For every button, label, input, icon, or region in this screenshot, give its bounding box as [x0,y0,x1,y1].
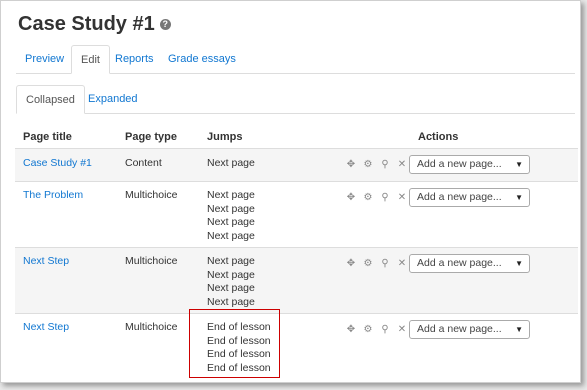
table-row: Case Study #1 Content Next page ✥ ⚙ ⚲ ✕ … [15,148,578,182]
title-row: Case Study #1 ? [18,13,171,36]
delete-icon[interactable]: ✕ [396,324,408,336]
secondary-tabs: Collapsed Expanded [16,85,575,114]
delete-icon[interactable]: ✕ [396,258,408,270]
row-action-icons: ✥ ⚙ ⚲ ✕ [345,192,413,204]
tab-preview[interactable]: Preview [16,45,73,73]
add-new-page-select[interactable]: Add a new page... ▼ [409,254,530,273]
tab-collapsed[interactable]: Collapsed [16,85,85,114]
jumps-list: Next page Next page Next page Next page [207,189,255,243]
jump-item: Next page [207,157,255,169]
end-of-lesson-highlight [189,309,280,378]
chevron-down-icon: ▼ [515,259,523,268]
tab-edit[interactable]: Edit [71,45,110,74]
page-title-link[interactable]: Next Step [23,255,69,269]
search-icon[interactable]: ⚲ [379,324,391,336]
settings-icon[interactable]: ⚙ [362,258,374,270]
jump-item: Next page [207,295,255,308]
jumps-list: Next page Next page Next page Next page [207,255,255,309]
table-row: Next Step Multichoice Next page Next pag… [15,247,578,314]
settings-icon[interactable]: ⚙ [362,159,374,171]
column-header-actions: Actions [418,131,459,143]
add-new-page-label: Add a new page... [417,191,502,203]
move-icon[interactable]: ✥ [345,258,357,270]
chevron-down-icon: ▼ [515,325,523,334]
search-icon[interactable]: ⚲ [379,159,391,171]
table-row: The Problem Multichoice Next page Next p… [15,181,578,248]
page-title-link[interactable]: Case Study #1 [23,157,92,171]
jumps-list: Next page [207,157,255,171]
column-header-page-type: Page type [125,131,177,143]
tab-expanded[interactable]: Expanded [79,85,147,113]
add-new-page-label: Add a new page... [417,257,502,269]
add-new-page-select[interactable]: Add a new page... ▼ [409,188,530,207]
settings-icon[interactable]: ⚙ [362,324,374,336]
page-type: Multichoice [125,321,178,333]
jump-item: Next page [207,229,255,242]
search-icon[interactable]: ⚲ [379,258,391,270]
page-title-link[interactable]: Next Step [23,321,69,335]
add-new-page-label: Add a new page... [417,323,502,335]
settings-icon[interactable]: ⚙ [362,192,374,204]
jump-item: Next page [207,282,255,294]
table-row: Next Step Multichoice End of lesson End … [15,313,578,382]
add-new-page-label: Add a new page... [417,158,502,170]
delete-icon[interactable]: ✕ [396,159,408,171]
row-action-icons: ✥ ⚙ ⚲ ✕ [345,324,413,336]
tab-reports[interactable]: Reports [106,45,163,73]
page-type: Multichoice [125,255,178,267]
page-type: Content [125,157,162,169]
add-new-page-select[interactable]: Add a new page... ▼ [409,155,530,174]
move-icon[interactable]: ✥ [345,192,357,204]
page-title-link[interactable]: The Problem [23,189,83,203]
primary-tabs: Preview Edit Reports Grade essays [16,45,575,74]
row-action-icons: ✥ ⚙ ⚲ ✕ [345,258,413,270]
jump-item: Next page [207,216,255,228]
move-icon[interactable]: ✥ [345,159,357,171]
row-action-icons: ✥ ⚙ ⚲ ✕ [345,159,413,171]
column-header-page-title: Page title [23,131,72,143]
jump-item: Next page [207,189,255,201]
lesson-edit-window: Case Study #1 ? Preview Edit Reports Gra… [0,0,581,383]
column-header-jumps: Jumps [207,131,243,143]
page-title: Case Study #1 [18,13,155,35]
help-icon[interactable]: ? [159,19,171,30]
tab-grade-essays[interactable]: Grade essays [159,45,245,73]
search-icon[interactable]: ⚲ [379,192,391,204]
chevron-down-icon: ▼ [515,160,523,169]
delete-icon[interactable]: ✕ [396,192,408,204]
move-icon[interactable]: ✥ [345,324,357,336]
page-type: Multichoice [125,189,178,201]
add-new-page-select[interactable]: Add a new page... ▼ [409,320,530,339]
jump-item: Next page [207,255,255,267]
jump-item: Next page [207,202,255,215]
jump-item: Next page [207,268,255,281]
chevron-down-icon: ▼ [515,193,523,202]
